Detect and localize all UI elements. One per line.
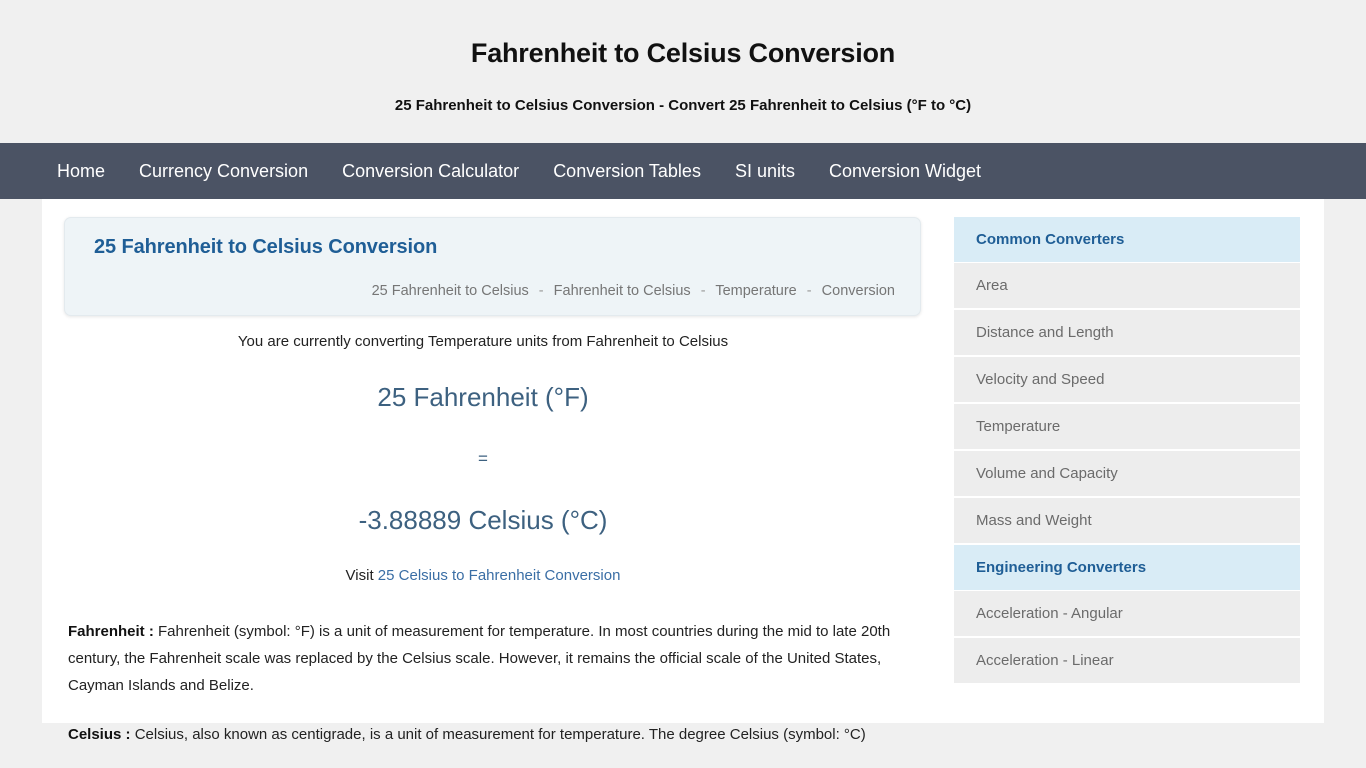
conversion-title-card: 25 Fahrenheit to Celsius Conversion 25 F…: [64, 217, 921, 316]
visit-label: Visit: [345, 567, 374, 584]
breadcrumb-separator: -: [806, 283, 812, 299]
sidebar-section-header-engineering-converters: Engineering Converters: [954, 545, 1300, 591]
main-navigation: Home Currency Conversion Conversion Calc…: [0, 143, 1366, 199]
reverse-conversion-link[interactable]: 25 Celsius to Fahrenheit Conversion: [378, 567, 621, 584]
sidebar-item-velocity-and-speed[interactable]: Velocity and Speed: [954, 357, 1300, 404]
conversion-intro-text: You are currently converting Temperature…: [237, 333, 729, 350]
conversion-from-value: 25 Fahrenheit (°F): [377, 382, 589, 412]
sidebar-item-area[interactable]: Area: [954, 263, 1300, 310]
conversion-equals-sign: =: [478, 449, 488, 468]
sidebar-item-temperature[interactable]: Temperature: [954, 404, 1300, 451]
breadcrumb: 25 Fahrenheit to Celsius - Fahrenheit to…: [94, 283, 898, 299]
site-header: Fahrenheit to Celsius Conversion 25 Fahr…: [0, 0, 1366, 114]
definition-term-celsius: Celsius :: [68, 726, 131, 743]
sidebar-item-acceleration-angular[interactable]: Acceleration - Angular: [954, 591, 1300, 638]
nav-item-conversion-widget[interactable]: Conversion Widget: [829, 162, 981, 180]
definition-celsius: Celsius : Celsius, also known as centigr…: [68, 721, 908, 748]
main-content: 25 Fahrenheit to Celsius Conversion 25 F…: [42, 199, 942, 768]
page-container: 25 Fahrenheit to Celsius Conversion 25 F…: [42, 199, 1324, 743]
nav-item-home[interactable]: Home: [57, 162, 105, 180]
nav-item-conversion-tables[interactable]: Conversion Tables: [553, 162, 701, 180]
breadcrumb-separator: -: [700, 283, 706, 299]
sidebar-item-volume-and-capacity[interactable]: Volume and Capacity: [954, 451, 1300, 498]
sidebar-section-header-common-converters: Common Converters: [954, 217, 1300, 263]
conversion-heading: 25 Fahrenheit to Celsius Conversion: [94, 236, 438, 258]
sidebar-item-mass-and-weight[interactable]: Mass and Weight: [954, 498, 1300, 545]
definition-text-fahrenheit: Fahrenheit (symbol: °F) is a unit of mea…: [68, 623, 891, 694]
breadcrumb-item-2[interactable]: Temperature: [715, 283, 796, 299]
nav-item-conversion-calculator[interactable]: Conversion Calculator: [342, 162, 519, 180]
breadcrumb-separator: -: [538, 283, 544, 299]
breadcrumb-item-0[interactable]: 25 Fahrenheit to Celsius: [372, 283, 529, 299]
sidebar: Common Converters Area Distance and Leng…: [954, 199, 1300, 685]
definition-fahrenheit: Fahrenheit : Fahrenheit (symbol: °F) is …: [68, 618, 908, 699]
nav-item-si-units[interactable]: SI units: [735, 162, 795, 180]
sidebar-item-acceleration-linear[interactable]: Acceleration - Linear: [954, 638, 1300, 685]
breadcrumb-item-3[interactable]: Conversion: [822, 283, 895, 299]
definition-term-fahrenheit: Fahrenheit :: [68, 623, 154, 640]
definitions-block: Fahrenheit : Fahrenheit (symbol: °F) is …: [64, 618, 942, 748]
page-title: Fahrenheit to Celsius Conversion: [470, 38, 896, 68]
reverse-conversion-line: Visit 25 Celsius to Fahrenheit Conversio…: [64, 567, 942, 584]
page-subtitle: 25 Fahrenheit to Celsius Conversion - Co…: [394, 97, 972, 114]
breadcrumb-item-1[interactable]: Fahrenheit to Celsius: [554, 283, 691, 299]
sidebar-item-distance-and-length[interactable]: Distance and Length: [954, 310, 1300, 357]
nav-item-currency-conversion[interactable]: Currency Conversion: [139, 162, 308, 180]
conversion-to-value: -3.88889 Celsius (°C): [358, 505, 608, 535]
definition-text-celsius: Celsius, also known as centigrade, is a …: [130, 726, 866, 743]
